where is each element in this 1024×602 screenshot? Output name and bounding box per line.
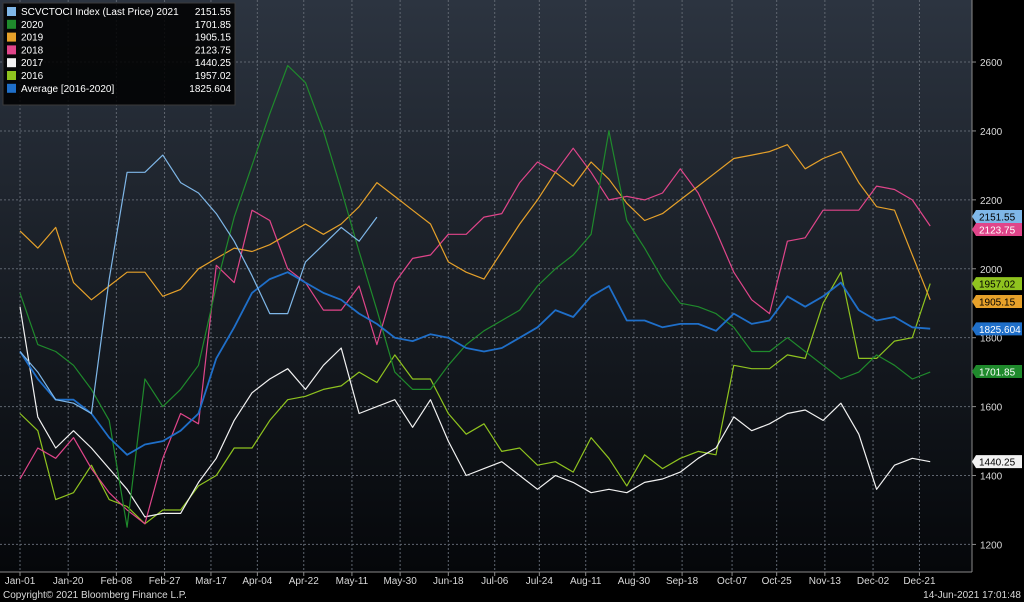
- y-tick-label: 2000: [980, 265, 1003, 276]
- legend-swatch: [7, 71, 16, 80]
- last-value-tag-label: 1905.15: [979, 297, 1016, 308]
- copyright-text: Copyright© 2021 Bloomberg Finance L.P.: [3, 590, 187, 601]
- x-tick-label: Sep-18: [666, 576, 699, 587]
- x-tick-label: Jan-20: [53, 576, 84, 587]
- legend-swatch: [7, 45, 16, 55]
- last-value-tag-label: 1825.604: [979, 325, 1021, 336]
- x-tick-label: Jul-24: [526, 576, 554, 587]
- x-tick-label: Apr-22: [289, 576, 319, 587]
- seasonality-line-chart: 12001400160018002000220024002600 Jan-01 J…: [0, 0, 1024, 602]
- last-value-tag: 1440.25: [972, 455, 1022, 469]
- legend-label: 2018: [21, 45, 44, 56]
- x-tick-label: Feb-08: [101, 576, 133, 587]
- y-tick-label: 1400: [980, 472, 1003, 483]
- legend-value: 1701.85: [195, 20, 232, 31]
- last-value-tag: 2123.75: [972, 223, 1022, 237]
- legend-label: 2016: [21, 71, 44, 82]
- y-tick-label: 1200: [980, 540, 1003, 551]
- x-tick-label: Aug-11: [570, 576, 602, 587]
- last-value-tag-label: 2123.75: [979, 226, 1016, 237]
- x-tick-label: May-11: [336, 576, 369, 587]
- x-tick-label: Oct-25: [762, 576, 792, 587]
- legend-label: 2019: [21, 33, 44, 44]
- legend-value: 1905.15: [195, 33, 232, 44]
- x-tick-label: Dec-02: [857, 576, 890, 587]
- x-tick-label: Jul-06: [481, 576, 509, 587]
- x-tick-label: Jun-18: [433, 576, 464, 587]
- x-tick-label: Nov-13: [809, 576, 842, 587]
- last-value-tag-label: 1957.02: [979, 280, 1016, 291]
- x-tick-label: Oct-07: [717, 576, 747, 587]
- last-value-tag-label: 1440.25: [979, 458, 1016, 469]
- y-tick-label: 1600: [980, 403, 1003, 414]
- x-tick-label: Aug-30: [618, 576, 651, 587]
- legend-label: SCVCTOCI Index (Last Price) 2021: [21, 7, 179, 18]
- legend-swatch: [7, 7, 16, 16]
- y-tick-label: 2600: [980, 58, 1003, 69]
- y-tick-label: 2400: [980, 127, 1003, 138]
- legend-value: 1440.25: [195, 58, 232, 69]
- legend-value: 1825.604: [189, 84, 231, 95]
- legend-entry: SCVCTOCI Index (Last Price) 2021 2151.55: [7, 7, 231, 18]
- legend-swatch: [7, 58, 16, 68]
- last-value-tag-label: 2151.55: [979, 213, 1016, 224]
- last-value-tag: 1957.02: [972, 277, 1022, 291]
- legend-value: 1957.02: [195, 71, 232, 82]
- x-tick-label: May-30: [383, 576, 417, 587]
- last-value-tag: 1905.15: [972, 294, 1022, 308]
- legend-label: Average [2016-2020]: [21, 84, 114, 95]
- last-value-tag: 1701.85: [972, 365, 1022, 379]
- legend: SCVCTOCI Index (Last Price) 2021 2151.55 2…: [2, 2, 236, 106]
- x-tick-label: Mar-17: [195, 576, 227, 587]
- legend-swatch: [7, 32, 16, 42]
- x-tick-label: Jan-01: [5, 576, 36, 587]
- last-value-tag: 1825.604: [972, 322, 1022, 336]
- legend-label: 2020: [21, 20, 44, 31]
- y-tick-label: 2200: [980, 196, 1003, 207]
- x-tick-label: Feb-27: [149, 576, 181, 587]
- legend-value: 2151.55: [195, 7, 232, 18]
- legend-value: 2123.75: [195, 45, 232, 56]
- legend-swatch: [7, 19, 16, 29]
- legend-swatch: [7, 83, 16, 93]
- legend-label: 2017: [21, 58, 44, 69]
- timestamp-text: 14-Jun-2021 17:01:48: [923, 590, 1021, 601]
- last-value-tag: 2151.55: [972, 210, 1022, 224]
- x-tick-label: Apr-04: [242, 576, 272, 587]
- x-tick-label: Dec-21: [903, 576, 936, 587]
- last-value-tag-label: 1701.85: [979, 368, 1016, 379]
